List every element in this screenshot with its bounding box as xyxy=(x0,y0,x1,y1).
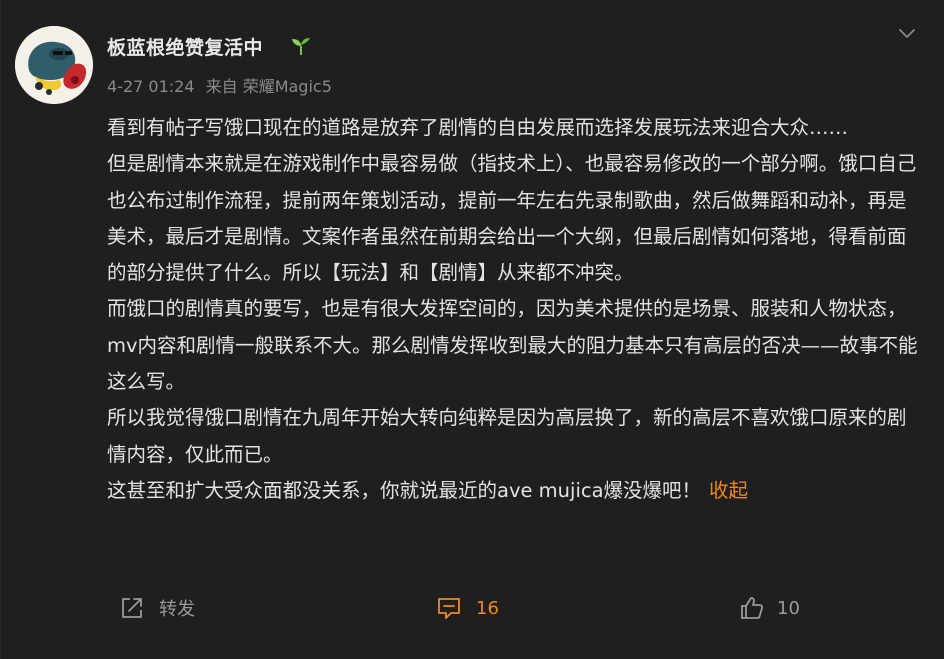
like-button[interactable]: 10 xyxy=(739,588,800,628)
sprout-icon xyxy=(289,36,313,56)
avatar[interactable] xyxy=(15,26,93,104)
share-icon xyxy=(119,595,145,621)
post-card: 板蓝根绝赞复活中 4-27 01:24 来自 荣耀Magic5 看到有帖子写饿口… xyxy=(0,0,944,659)
post-paragraph-last: 这甚至和扩大受众面都没关系，你就说最近的ave mujica爆没爆吧！ 收起 xyxy=(107,473,922,509)
post-source: 来自 荣耀Magic5 xyxy=(205,77,332,96)
chevron-down-icon[interactable] xyxy=(896,22,918,44)
post-time: 4-27 01:24 xyxy=(107,77,195,96)
post-content: 看到有帖子写饿口现在的道路是放弃了剧情的自由发展而选择发展玩法来迎合大众…… 但… xyxy=(107,110,922,509)
comment-button[interactable]: 16 xyxy=(436,588,499,628)
comment-icon xyxy=(436,595,462,621)
comment-count: 16 xyxy=(476,597,499,619)
post-paragraph: 看到有帖子写饿口现在的道路是放弃了剧情的自由发展而选择发展玩法来迎合大众…… xyxy=(107,116,849,139)
author-name[interactable]: 板蓝根绝赞复活中 xyxy=(107,33,263,60)
post-paragraph-text: 这甚至和扩大受众面都没关系，你就说最近的ave mujica爆没爆吧！ xyxy=(107,478,702,502)
repost-label: 转发 xyxy=(159,599,195,620)
post-meta: 4-27 01:24 来自 荣耀Magic5 xyxy=(107,73,338,97)
post-paragraph: 而饿口的剧情真的要写，也是有很大发挥空间的，因为美术提供的是场景、服装和人物状态… xyxy=(107,297,918,394)
post-paragraph: 但是剧情本来就是在游戏制作中最容易做（指技术上）、也最容易修改的一个部分啊。饿口… xyxy=(107,152,917,285)
collapse-link[interactable]: 收起 xyxy=(709,479,748,502)
post-paragraph: 所以我觉得饿口剧情在九周年开始大转向纯粹是因为高层换了，新的高层不喜欢饿口原来的… xyxy=(107,406,907,466)
repost-button[interactable]: 转发 xyxy=(119,588,195,628)
action-bar: 转发 16 10 xyxy=(1,588,944,628)
thumbs-up-icon xyxy=(739,595,765,621)
like-count: 10 xyxy=(777,597,800,619)
